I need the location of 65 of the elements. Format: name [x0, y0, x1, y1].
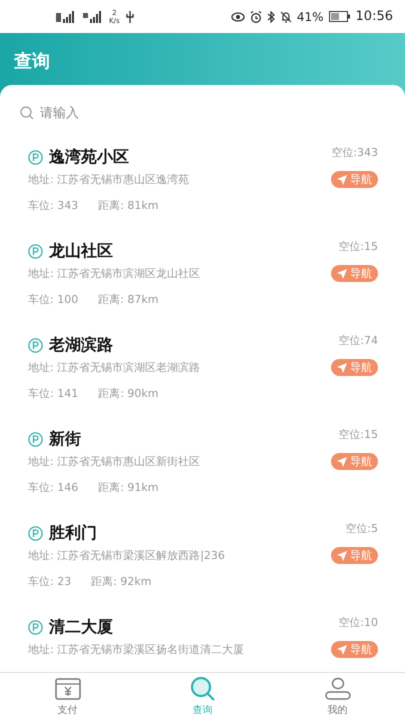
navigate-button[interactable]: 导航 — [331, 547, 378, 564]
parking-icon — [28, 150, 43, 164]
navigate-button[interactable]: 导航 — [331, 171, 378, 188]
parking-name: 龙山社区 — [49, 240, 113, 262]
parking-address: 地址: 江苏省无锡市梁溪区解放西路|236 — [28, 548, 225, 563]
parking-address: 地址: 江苏省无锡市惠山区逸湾苑 — [28, 172, 190, 187]
tab[interactable]: 我的 — [270, 673, 405, 720]
parking-spots: 车位: 343 — [28, 198, 78, 213]
free-spaces: 空位:10 — [338, 615, 378, 630]
signal-icon — [55, 10, 77, 22]
search-field[interactable]: 请输入 — [40, 106, 340, 120]
parking-spots: 车位: 141 — [28, 386, 78, 401]
free-spaces: 空位:15 — [338, 427, 378, 442]
arrow-icon — [337, 174, 347, 184]
navigate-button[interactable]: 导航 — [331, 453, 378, 470]
parking-name: 胜利门 — [49, 522, 97, 544]
navigate-button[interactable]: 导航 — [331, 359, 378, 376]
parking-icon — [28, 432, 43, 446]
free-spaces: 空位:15 — [338, 239, 378, 254]
parking-icon — [28, 338, 43, 352]
parking-distance: 距离: 81km — [98, 198, 158, 213]
parking-icon — [28, 244, 43, 258]
parking-name: 逸湾苑小区 — [49, 146, 129, 168]
parking-spots: 车位: 100 — [28, 292, 78, 307]
arrow-icon — [337, 644, 347, 654]
parking-address: 地址: 江苏省无锡市滨湖区老湖滨路 — [28, 360, 200, 375]
battery-percent: 41% — [296, 10, 324, 24]
wallet-icon — [54, 677, 80, 701]
eye-icon — [230, 12, 245, 22]
muted-bell-icon — [280, 10, 292, 22]
arrow-icon — [337, 456, 347, 466]
parking-address: 地址: 江苏省无锡市梁溪区扬名街道清二大厦 — [28, 642, 244, 657]
parking-distance: 距离: 91km — [98, 480, 158, 495]
parking-icon — [28, 620, 43, 634]
person-icon — [324, 677, 352, 701]
battery-icon — [328, 11, 351, 22]
parking-distance: 距离: 92km — [91, 574, 152, 589]
arrow-icon — [337, 550, 347, 560]
parking-distance: 距离: 90km — [98, 386, 158, 401]
parking-name: 清二大厦 — [49, 616, 113, 638]
clock-time: 10:56 — [356, 9, 393, 24]
signal-icon — [82, 10, 104, 22]
tab[interactable]: 支付 — [0, 673, 135, 720]
free-spaces: 空位:5 — [345, 521, 378, 536]
tab[interactable]: 查询 — [135, 673, 270, 720]
parking-name: 老湖滨路 — [49, 334, 113, 356]
free-spaces: 空位:74 — [338, 333, 378, 348]
parking-spots: 车位: 146 — [28, 480, 78, 495]
free-spaces: 空位:343 — [331, 145, 378, 160]
bluetooth-icon — [266, 10, 275, 22]
navigate-button[interactable]: 导航 — [331, 265, 378, 282]
search-icon — [188, 677, 216, 701]
parking-distance: 距离: 87km — [98, 292, 158, 307]
alarm-icon — [250, 10, 262, 22]
parking-name: 新街 — [49, 428, 81, 450]
navigate-button[interactable]: 导航 — [331, 641, 378, 658]
parking-address: 地址: 江苏省无锡市滨湖区龙山社区 — [28, 266, 200, 281]
search-icon — [20, 106, 34, 120]
usb-icon — [124, 10, 135, 22]
parking-address: 地址: 江苏省无锡市惠山区新街社区 — [28, 454, 200, 469]
arrow-icon — [337, 268, 347, 278]
parking-icon — [28, 526, 43, 540]
page-title: 查询 — [14, 51, 50, 72]
parking-spots: 车位: 23 — [28, 574, 72, 589]
arrow-icon — [337, 362, 347, 372]
